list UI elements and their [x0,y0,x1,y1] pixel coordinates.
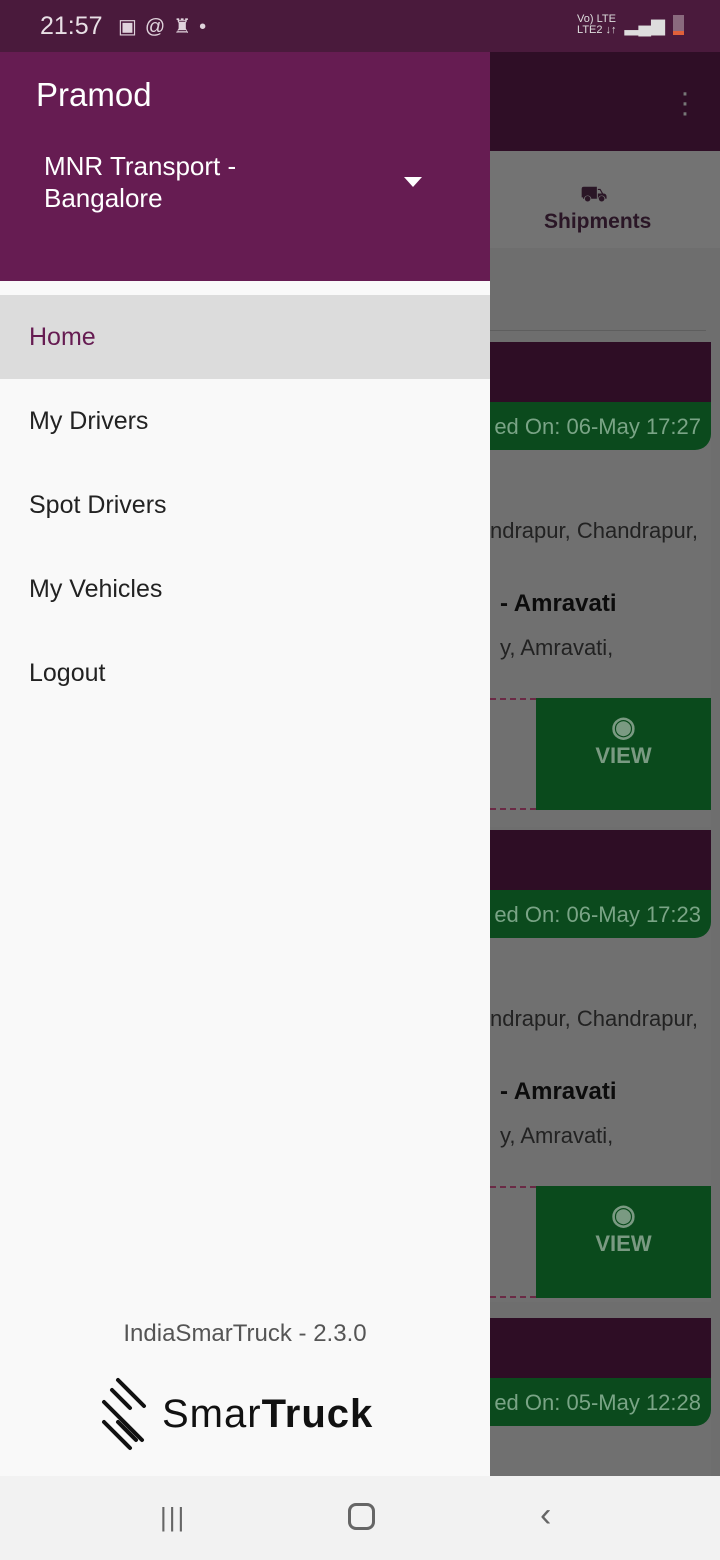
organization-selector[interactable]: MNR Transport - Bangalore [44,150,344,214]
card-footer [490,698,536,810]
recent-apps-icon[interactable]: ||| [160,1502,186,1533]
system-nav-bar: ||| ‹ [0,1476,720,1560]
shipment-card[interactable]: ed On: 06-May 17:23 ndrapur, Chandrapur,… [490,830,711,1302]
notification-icons: ▣@♜• [118,14,214,39]
view-button[interactable]: ◉ VIEW [536,698,711,810]
created-on-badge: ed On: 05-May 12:28 [490,1378,711,1426]
to-address: y, Amravati, [500,1123,614,1148]
navigation-drawer: Pramod MNR Transport - Bangalore Home My… [0,0,490,1476]
card-header [490,830,711,890]
drawer-header: Pramod MNR Transport - Bangalore [0,52,490,281]
card-header [490,1318,711,1378]
network-status: Vo) LTE LTE2 ↓↑ ▂▄▆ [577,14,684,36]
from-address: ndrapur, Chandrapur, [490,1006,698,1031]
card-footer [490,1186,536,1298]
dropdown-arrow-icon[interactable] [404,177,422,187]
signal-icon: ▂▄▆ [624,14,665,35]
tab-shipments[interactable]: Shipments [544,210,651,234]
view-label: VIEW [595,743,652,768]
drawer-item-spot-drivers[interactable]: Spot Drivers [0,463,490,547]
divider [490,330,706,331]
more-options-icon[interactable]: · · · [680,78,690,128]
logo-text-bold: Truck [261,1391,374,1436]
created-on-badge: ed On: 06-May 17:23 [490,890,711,938]
to-address: y, Amravati, [500,635,614,660]
truck-icon: ⛟ [580,181,608,206]
status-bar: 21:57 ▣@♜• Vo) LTE LTE2 ↓↑ ▂▄▆ [0,0,720,52]
drawer-item-my-drivers[interactable]: My Drivers [0,379,490,463]
shipment-card[interactable]: ed On: 05-May 12:28 [490,1318,711,1478]
lte-icon: Vo) LTE LTE2 ↓↑ [577,13,617,36]
drawer-item-my-vehicles[interactable]: My Vehicles [0,547,490,631]
logo-text-light: Smar [162,1391,262,1436]
battery-icon [673,15,684,35]
created-on-badge: ed On: 06-May 17:27 [490,402,711,450]
logo-mark-icon [102,1378,146,1450]
sync-icon: @ [144,16,174,38]
gallery-icon: ▣ [118,16,145,38]
to-city: - Amravati [500,590,617,617]
view-label: VIEW [595,1231,652,1256]
view-button[interactable]: ◉ VIEW [536,1186,711,1298]
back-icon[interactable]: ‹ [540,1496,551,1535]
from-address: ndrapur, Chandrapur, [490,518,698,543]
drawer-item-home[interactable]: Home [0,295,490,379]
trophy-icon: ♜ [173,16,200,38]
shipment-card[interactable]: ed On: 06-May 17:27 ndrapur, Chandrapur,… [490,342,711,827]
home-icon[interactable] [348,1503,375,1530]
drawer-item-logout[interactable]: Logout [0,631,490,715]
eye-icon: ◉ [611,1199,636,1230]
user-name: Pramod [36,76,152,113]
to-city: - Amravati [500,1078,617,1105]
dot-icon: • [199,16,215,38]
smartruck-logo: SmarTruck [100,1376,373,1452]
status-time: 21:57 [40,12,103,40]
eye-icon: ◉ [611,711,636,742]
app-version: IndiaSmarTruck - 2.3.0 [123,1320,367,1347]
card-header [490,342,711,402]
